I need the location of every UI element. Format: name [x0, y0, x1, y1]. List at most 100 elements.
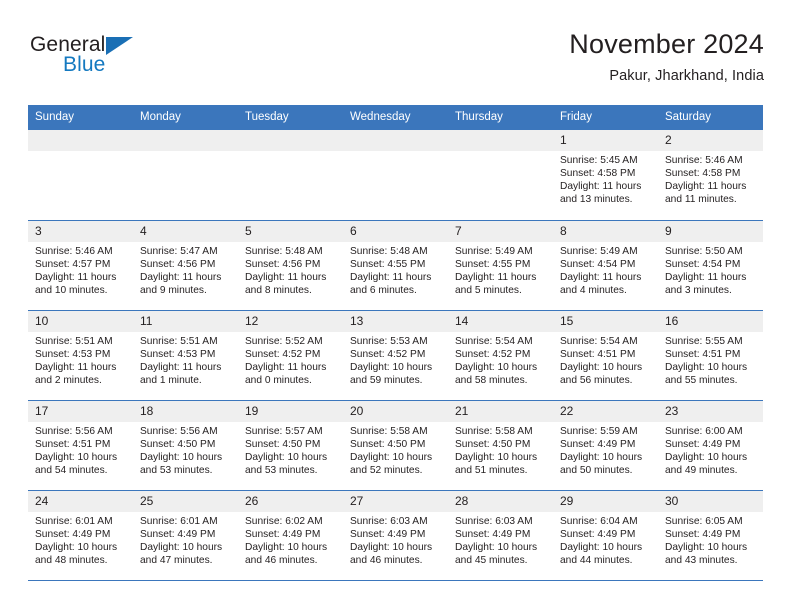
day-cell[interactable]: 3 Sunrise: 5:46 AM Sunset: 4:57 PM Daylight… — [28, 220, 133, 311]
day-cell[interactable]: 24 Sunrise: 6:01 AM Sunset: 4:49 PM Dayligh… — [28, 490, 133, 581]
sunrise-text: Sunrise: 5:56 AM — [140, 425, 218, 437]
day-cell[interactable] — [133, 130, 238, 221]
day-number: 28 — [448, 490, 553, 512]
day-cell[interactable]: 7 Sunrise: 5:49 AM Sunset: 4:55 PM Daylight… — [448, 220, 553, 311]
day-info: Sunrise: 5:58 AM Sunset: 4:50 PM Daylight:… — [343, 422, 448, 477]
day-info: Sunrise: 6:03 AM Sunset: 4:49 PM Daylight:… — [343, 512, 448, 567]
sunset-text: Sunset: 4:56 PM — [140, 258, 216, 270]
day-cell[interactable]: 27 Sunrise: 6:03 AM Sunset: 4:49 PM Dayligh… — [343, 490, 448, 581]
day-cell[interactable]: 18 Sunrise: 5:56 AM Sunset: 4:50 PM Dayligh… — [133, 400, 238, 491]
weekday-header-saturday: Saturday — [658, 105, 763, 130]
day-cell[interactable]: 30 Sunrise: 6:05 AM Sunset: 4:49 PM Dayligh… — [658, 490, 763, 581]
sunrise-text: Sunrise: 6:04 AM — [560, 515, 638, 527]
day-info — [238, 151, 343, 154]
daylight-text-line2: and 9 minutes. — [140, 284, 207, 296]
sunset-text: Sunset: 4:58 PM — [665, 168, 741, 180]
day-cell[interactable]: 23 Sunrise: 6:00 AM Sunset: 4:49 PM Dayligh… — [658, 400, 763, 491]
daylight-text-line2: and 58 minutes. — [455, 374, 528, 386]
sunrise-text: Sunrise: 5:56 AM — [35, 425, 113, 437]
day-cell-inner: 21 Sunrise: 5:58 AM Sunset: 4:50 PM Dayligh… — [448, 400, 553, 490]
day-cell-inner: 29 Sunrise: 6:04 AM Sunset: 4:49 PM Dayligh… — [553, 490, 658, 580]
day-cell[interactable]: 17 Sunrise: 5:56 AM Sunset: 4:51 PM Dayligh… — [28, 400, 133, 491]
day-cell[interactable]: 29 Sunrise: 6:04 AM Sunset: 4:49 PM Dayligh… — [553, 490, 658, 581]
day-cell[interactable]: 13 Sunrise: 5:53 AM Sunset: 4:52 PM Dayligh… — [343, 310, 448, 401]
sunset-text: Sunset: 4:50 PM — [140, 438, 216, 450]
daylight-text-line2: and 6 minutes. — [350, 284, 417, 296]
sunset-text: Sunset: 4:54 PM — [560, 258, 636, 270]
day-cell[interactable]: 20 Sunrise: 5:58 AM Sunset: 4:50 PM Dayligh… — [343, 400, 448, 491]
day-number: 17 — [28, 400, 133, 422]
sunset-text: Sunset: 4:52 PM — [350, 348, 426, 360]
day-number: 14 — [448, 310, 553, 332]
day-cell-inner: 13 Sunrise: 5:53 AM Sunset: 4:52 PM Dayligh… — [343, 310, 448, 400]
day-info: Sunrise: 6:03 AM Sunset: 4:49 PM Daylight:… — [448, 512, 553, 567]
day-cell[interactable]: 6 Sunrise: 5:48 AM Sunset: 4:55 PM Daylight… — [343, 220, 448, 311]
daylight-text-line2: and 53 minutes. — [140, 464, 213, 476]
day-cell[interactable]: 21 Sunrise: 5:58 AM Sunset: 4:50 PM Dayligh… — [448, 400, 553, 491]
day-info: Sunrise: 5:46 AM Sunset: 4:57 PM Daylight:… — [28, 242, 133, 297]
sunrise-text: Sunrise: 5:50 AM — [665, 245, 743, 257]
daylight-text-line2: and 52 minutes. — [350, 464, 423, 476]
sunset-text: Sunset: 4:49 PM — [665, 528, 741, 540]
weekday-header-tuesday: Tuesday — [238, 105, 343, 130]
day-cell[interactable]: 8 Sunrise: 5:49 AM Sunset: 4:54 PM Daylight… — [553, 220, 658, 311]
calendar-body: 1 Sunrise: 5:45 AM Sunset: 4:58 PM Daylight… — [28, 130, 763, 581]
day-cell-inner: 8 Sunrise: 5:49 AM Sunset: 4:54 PM Daylight… — [553, 220, 658, 310]
day-cell[interactable]: 26 Sunrise: 6:02 AM Sunset: 4:49 PM Dayligh… — [238, 490, 343, 581]
daylight-text-line2: and 48 minutes. — [35, 554, 108, 566]
day-info: Sunrise: 5:56 AM Sunset: 4:50 PM Daylight:… — [133, 422, 238, 477]
day-info: Sunrise: 5:51 AM Sunset: 4:53 PM Daylight:… — [133, 332, 238, 387]
weekday-header-friday: Friday — [553, 105, 658, 130]
day-cell[interactable] — [28, 130, 133, 221]
sunrise-text: Sunrise: 5:58 AM — [455, 425, 533, 437]
daylight-text-line1: Daylight: 11 hours — [35, 271, 117, 283]
day-info: Sunrise: 5:59 AM Sunset: 4:49 PM Daylight:… — [553, 422, 658, 477]
day-cell-inner: 5 Sunrise: 5:48 AM Sunset: 4:56 PM Daylight… — [238, 220, 343, 310]
calendar-week-row: 1 Sunrise: 5:45 AM Sunset: 4:58 PM Daylight… — [28, 130, 763, 221]
day-cell-inner: 12 Sunrise: 5:52 AM Sunset: 4:52 PM Dayligh… — [238, 310, 343, 400]
general-blue-logo[interactable]: General Blue — [30, 34, 210, 88]
day-cell[interactable]: 14 Sunrise: 5:54 AM Sunset: 4:52 PM Dayligh… — [448, 310, 553, 401]
day-info: Sunrise: 5:49 AM Sunset: 4:55 PM Daylight:… — [448, 242, 553, 297]
day-cell[interactable]: 4 Sunrise: 5:47 AM Sunset: 4:56 PM Daylight… — [133, 220, 238, 311]
sunset-text: Sunset: 4:55 PM — [350, 258, 426, 270]
day-cell[interactable]: 5 Sunrise: 5:48 AM Sunset: 4:56 PM Daylight… — [238, 220, 343, 311]
day-cell[interactable]: 12 Sunrise: 5:52 AM Sunset: 4:52 PM Dayligh… — [238, 310, 343, 401]
day-cell[interactable]: 16 Sunrise: 5:55 AM Sunset: 4:51 PM Dayligh… — [658, 310, 763, 401]
day-info: Sunrise: 6:01 AM Sunset: 4:49 PM Daylight:… — [133, 512, 238, 567]
daylight-text-line2: and 50 minutes. — [560, 464, 633, 476]
day-cell-inner: 24 Sunrise: 6:01 AM Sunset: 4:49 PM Dayligh… — [28, 490, 133, 580]
daylight-text-line1: Daylight: 10 hours — [35, 541, 118, 553]
day-cell[interactable]: 22 Sunrise: 5:59 AM Sunset: 4:49 PM Dayligh… — [553, 400, 658, 491]
day-cell[interactable]: 2 Sunrise: 5:46 AM Sunset: 4:58 PM Daylight… — [658, 130, 763, 221]
day-cell[interactable] — [448, 130, 553, 221]
calendar-week-row: 24 Sunrise: 6:01 AM Sunset: 4:49 PM Dayligh… — [28, 490, 763, 581]
daylight-text-line2: and 43 minutes. — [665, 554, 738, 566]
day-cell-inner: 15 Sunrise: 5:54 AM Sunset: 4:51 PM Dayligh… — [553, 310, 658, 400]
sunset-text: Sunset: 4:54 PM — [665, 258, 741, 270]
day-cell[interactable] — [343, 130, 448, 221]
daylight-text-line2: and 47 minutes. — [140, 554, 213, 566]
day-cell[interactable]: 9 Sunrise: 5:50 AM Sunset: 4:54 PM Daylight… — [658, 220, 763, 311]
day-cell-inner: 7 Sunrise: 5:49 AM Sunset: 4:55 PM Daylight… — [448, 220, 553, 310]
sunset-text: Sunset: 4:49 PM — [245, 528, 321, 540]
day-cell[interactable]: 15 Sunrise: 5:54 AM Sunset: 4:51 PM Dayligh… — [553, 310, 658, 401]
daylight-text-line1: Daylight: 10 hours — [665, 451, 748, 463]
day-number: 12 — [238, 310, 343, 332]
weekday-header-row: Sunday Monday Tuesday Wednesday Thursday… — [28, 105, 763, 130]
day-cell-inner: 30 Sunrise: 6:05 AM Sunset: 4:49 PM Dayligh… — [658, 490, 763, 580]
day-cell[interactable] — [238, 130, 343, 221]
day-info: Sunrise: 5:47 AM Sunset: 4:56 PM Daylight:… — [133, 242, 238, 297]
day-cell[interactable]: 28 Sunrise: 6:03 AM Sunset: 4:49 PM Dayligh… — [448, 490, 553, 581]
day-cell[interactable]: 25 Sunrise: 6:01 AM Sunset: 4:49 PM Dayligh… — [133, 490, 238, 581]
sunset-text: Sunset: 4:49 PM — [665, 438, 741, 450]
day-cell[interactable]: 10 Sunrise: 5:51 AM Sunset: 4:53 PM Dayligh… — [28, 310, 133, 401]
day-cell[interactable]: 1 Sunrise: 5:45 AM Sunset: 4:58 PM Daylight… — [553, 130, 658, 221]
day-number: 5 — [238, 220, 343, 242]
daylight-text-line2: and 53 minutes. — [245, 464, 318, 476]
day-number: 10 — [28, 310, 133, 332]
sunset-text: Sunset: 4:52 PM — [245, 348, 321, 360]
day-info: Sunrise: 5:50 AM Sunset: 4:54 PM Daylight:… — [658, 242, 763, 297]
day-cell[interactable]: 11 Sunrise: 5:51 AM Sunset: 4:53 PM Dayligh… — [133, 310, 238, 401]
day-cell[interactable]: 19 Sunrise: 5:57 AM Sunset: 4:50 PM Dayligh… — [238, 400, 343, 491]
